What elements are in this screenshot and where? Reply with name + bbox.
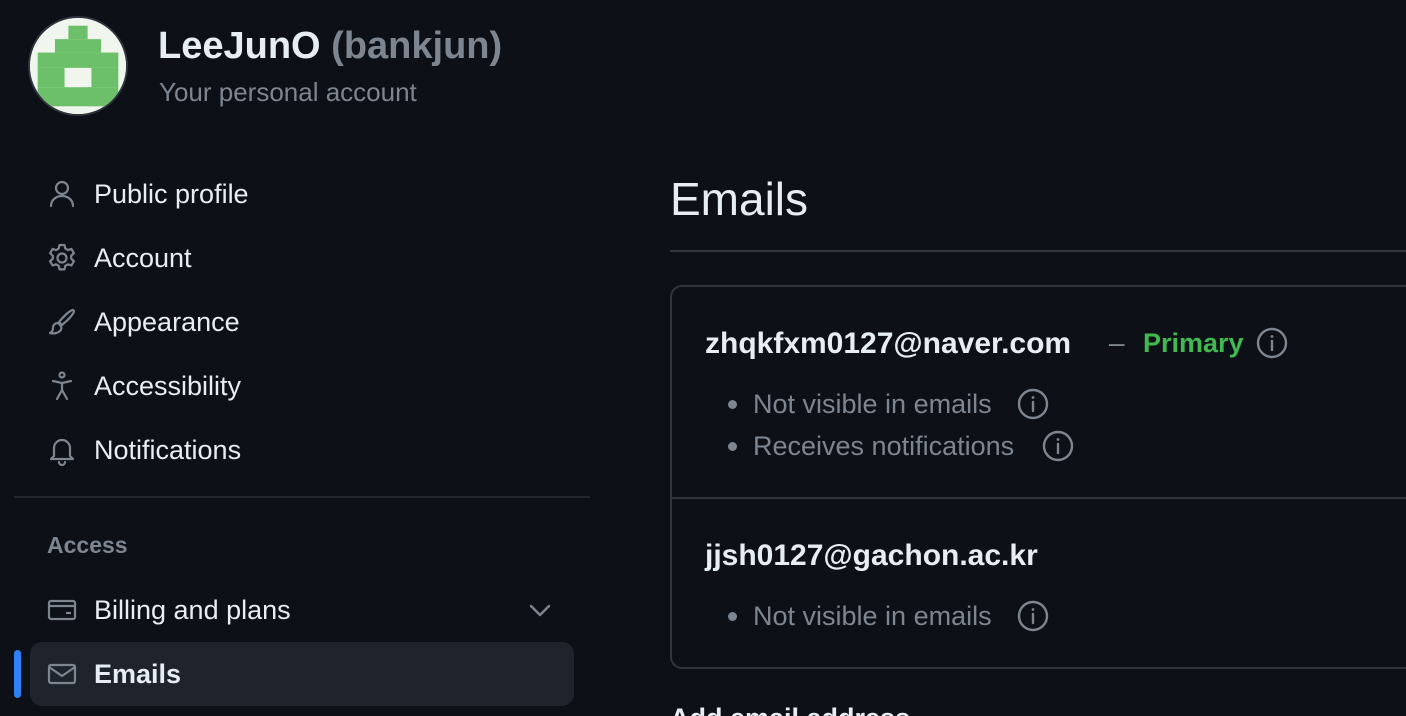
sidebar-item-appearance[interactable]: Appearance [30, 290, 574, 354]
email-detail: Not visible in emails [753, 389, 992, 419]
sidebar-item-account[interactable]: Account [30, 226, 574, 290]
info-icon[interactable] [1016, 599, 1050, 633]
email-row-divider [672, 497, 1406, 499]
bullet [728, 442, 737, 451]
username: (bankjun) [331, 25, 503, 67]
title-divider [670, 250, 1406, 252]
info-icon[interactable] [1016, 387, 1050, 421]
page-title: Emails [670, 173, 809, 225]
info-icon[interactable] [1255, 326, 1289, 360]
primary-badge: Primary [1143, 328, 1244, 358]
paintbrush-icon [46, 306, 78, 338]
avatar[interactable] [28, 16, 128, 116]
email-address: zhqkfxm0127@naver.com [705, 327, 1072, 360]
credit-card-icon [46, 594, 78, 626]
account-subtitle: Your personal account [159, 77, 417, 107]
sidebar-item-label: Emails [94, 658, 182, 689]
user-display-name[interactable]: LeeJunO (bankjun) [158, 22, 502, 70]
chevron-down-icon[interactable] [524, 594, 556, 626]
accessibility-icon [46, 370, 78, 402]
person-icon [46, 178, 78, 210]
identicon-image [30, 18, 126, 114]
mail-icon [46, 658, 78, 690]
active-indicator [14, 650, 21, 698]
bullet [728, 400, 737, 409]
email-list: zhqkfxm0127@naver.com – Primary Not visi… [670, 285, 1406, 669]
sidebar-item-notifications[interactable]: Notifications [30, 418, 574, 482]
add-email-heading: Add email address [670, 700, 910, 716]
sidebar-item-label: Accessibility [94, 370, 242, 401]
sidebar-item-billing[interactable]: Billing and plans [30, 578, 574, 642]
sidebar-item-emails[interactable]: Emails [30, 642, 574, 706]
separator: – [1109, 327, 1125, 358]
sidebar-item-label: Appearance [94, 306, 240, 337]
gear-icon [46, 242, 78, 274]
email-detail: Not visible in emails [753, 601, 992, 631]
bullet [728, 612, 737, 621]
sidebar-item-public-profile[interactable]: Public profile [30, 162, 574, 226]
settings-page: LeeJunO (bankjun) Your personal account … [0, 0, 1406, 716]
bell-icon [46, 434, 78, 466]
sidebar-item-label: Notifications [94, 434, 242, 465]
sidebar-item-label: Public profile [94, 178, 249, 209]
sidebar-section-heading: Access [47, 532, 128, 558]
info-icon[interactable] [1041, 429, 1075, 463]
sidebar-divider [14, 496, 590, 498]
display-name: LeeJunO [158, 25, 321, 67]
sidebar-item-label: Account [94, 242, 192, 273]
sidebar-item-label: Billing and plans [94, 594, 291, 625]
email-detail: Receives notifications [753, 431, 1015, 461]
sidebar-item-accessibility[interactable]: Accessibility [30, 354, 574, 418]
email-address: jjsh0127@gachon.ac.kr [705, 539, 1038, 572]
